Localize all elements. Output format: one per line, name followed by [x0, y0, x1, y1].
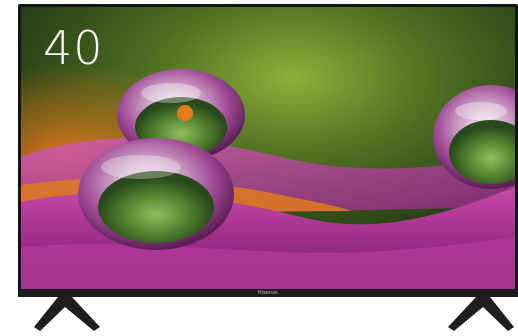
- brand-logo: Hisense: [257, 290, 279, 296]
- right-stand-leg: [448, 297, 514, 331]
- television: 40 Hisense: [0, 0, 518, 336]
- tv-screen: 40: [21, 7, 515, 289]
- tv-bottom-bezel: Hisense: [18, 289, 518, 297]
- left-stand-leg: [34, 297, 100, 331]
- screen-size-label: 40: [43, 21, 104, 75]
